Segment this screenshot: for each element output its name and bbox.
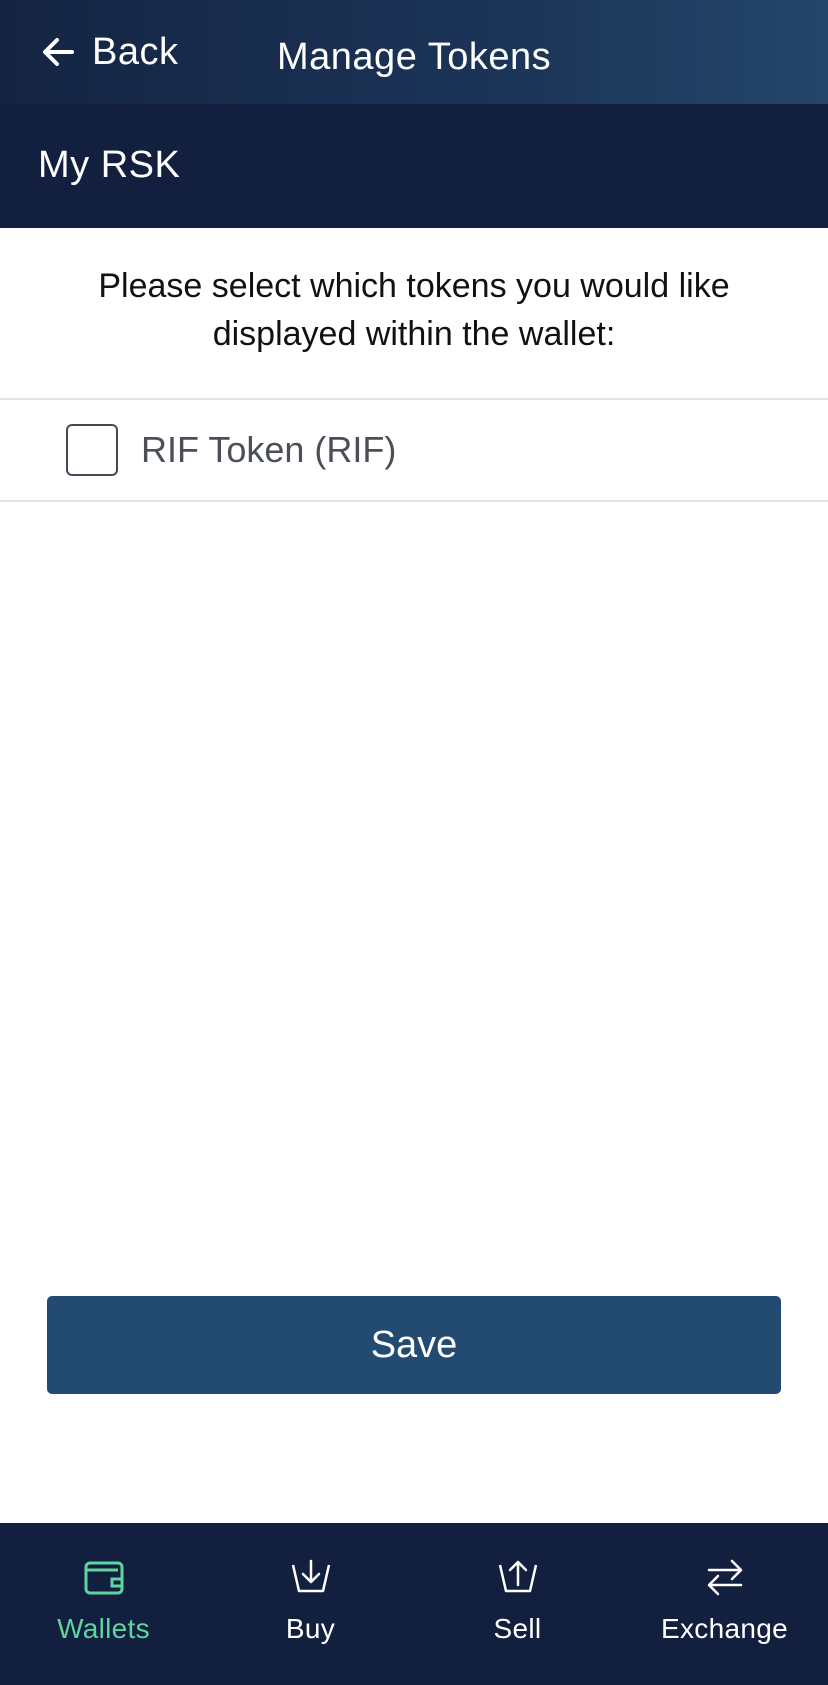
nav-item-wallets[interactable]: Wallets — [0, 1523, 207, 1685]
save-button[interactable]: Save — [47, 1296, 781, 1394]
bottom-nav: Wallets Buy Sell Exchange — [0, 1523, 828, 1685]
arrow-left-icon — [43, 38, 74, 66]
wallet-icon — [84, 1561, 123, 1595]
wallet-name: My RSK — [38, 144, 181, 186]
nav-item-buy[interactable]: Buy — [207, 1523, 414, 1685]
buy-icon — [291, 1559, 330, 1593]
token-label: RIF Token (RIF) — [141, 429, 397, 470]
token-checkbox[interactable] — [66, 424, 118, 476]
nav-label-wallets: Wallets — [57, 1613, 150, 1644]
page-title: Manage Tokens — [277, 36, 552, 78]
top-app-bar: Back Manage Tokens — [0, 0, 828, 104]
back-button[interactable]: Back — [40, 30, 178, 74]
sell-icon — [498, 1560, 537, 1593]
back-label: Back — [92, 30, 179, 73]
divider — [0, 398, 828, 400]
nav-label-sell: Sell — [493, 1613, 542, 1644]
nav-label-exchange: Exchange — [661, 1613, 788, 1644]
exchange-icon — [707, 1559, 742, 1596]
nav-item-sell[interactable]: Sell — [414, 1523, 621, 1685]
nav-item-exchange[interactable]: Exchange — [621, 1523, 828, 1685]
divider — [0, 500, 828, 502]
wallet-name-bar: My RSK — [0, 104, 828, 228]
instructions-text: Please select which tokens you would lik… — [98, 267, 730, 353]
nav-label-buy: Buy — [285, 1613, 336, 1644]
token-row-rif[interactable]: RIF Token (RIF) — [0, 401, 828, 501]
